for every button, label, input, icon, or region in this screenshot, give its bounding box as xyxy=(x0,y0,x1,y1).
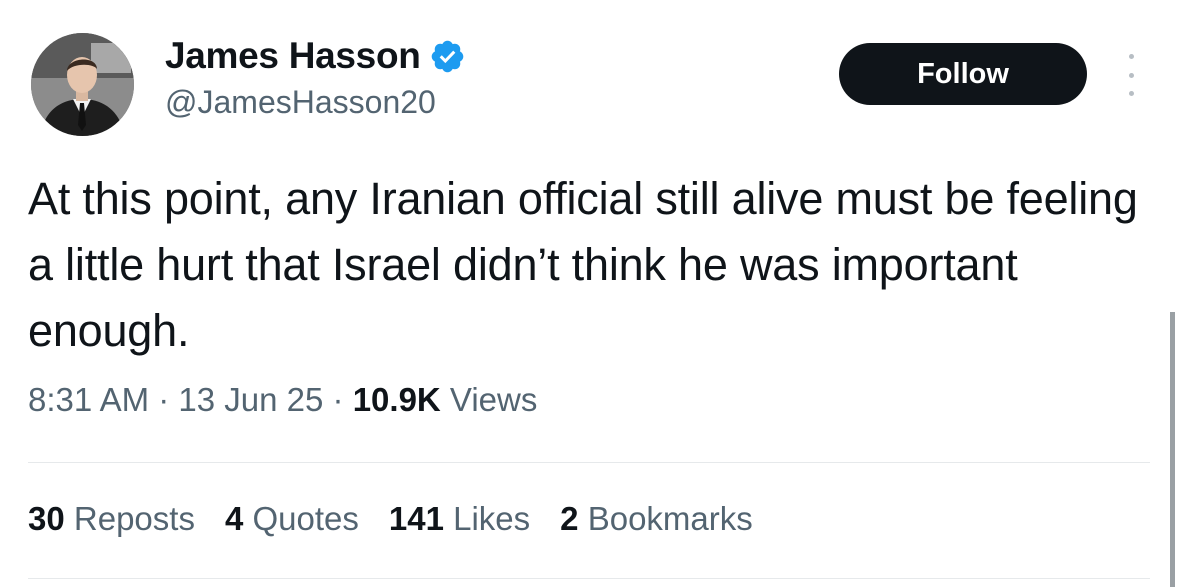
dot xyxy=(1128,54,1134,59)
verified-badge-icon xyxy=(429,38,466,75)
separator: · xyxy=(323,381,353,418)
avatar[interactable] xyxy=(31,33,134,136)
bookmarks-label: Bookmarks xyxy=(578,500,753,537)
dot xyxy=(1128,72,1134,78)
divider xyxy=(28,578,1150,579)
scrollbar[interactable] xyxy=(1170,312,1175,587)
author-name-row: James Hasson xyxy=(165,34,466,78)
divider xyxy=(28,462,1150,463)
quotes-stat[interactable]: 4 Quotes xyxy=(225,500,359,538)
tweet-text: At this point, any Iranian official stil… xyxy=(28,173,1138,356)
tweet-date[interactable]: 13 Jun 25 xyxy=(178,381,323,418)
tweet-meta: 8:31 AM · 13 Jun 25 · 10.9K Views xyxy=(28,381,537,419)
separator: · xyxy=(149,381,179,418)
engagement-stats: 30 Reposts 4 Quotes 141 Likes 2 Bookmark… xyxy=(28,500,753,538)
author-handle[interactable]: @JamesHasson20 xyxy=(165,84,436,121)
more-options-icon[interactable] xyxy=(1117,54,1145,96)
bookmarks-count: 2 xyxy=(560,500,579,537)
quotes-count: 4 xyxy=(224,500,244,537)
profile-photo xyxy=(31,33,134,136)
likes-stat[interactable]: 141 Likes xyxy=(389,500,530,538)
likes-count: 141 xyxy=(388,500,444,537)
dot xyxy=(1128,91,1134,96)
views-count: 10.9K xyxy=(352,381,441,418)
reposts-count: 30 xyxy=(28,500,65,537)
reposts-label: Reposts xyxy=(64,500,195,537)
views-label: Views xyxy=(440,381,538,418)
tweet-time[interactable]: 8:31 AM xyxy=(28,381,149,418)
likes-label: Likes xyxy=(443,500,531,537)
reposts-stat[interactable]: 30 Reposts xyxy=(28,500,195,538)
author-name[interactable]: James Hasson xyxy=(165,35,421,77)
bookmarks-stat[interactable]: 2 Bookmarks xyxy=(560,500,753,538)
follow-button[interactable]: Follow xyxy=(839,43,1087,105)
quotes-label: Quotes xyxy=(243,500,359,537)
